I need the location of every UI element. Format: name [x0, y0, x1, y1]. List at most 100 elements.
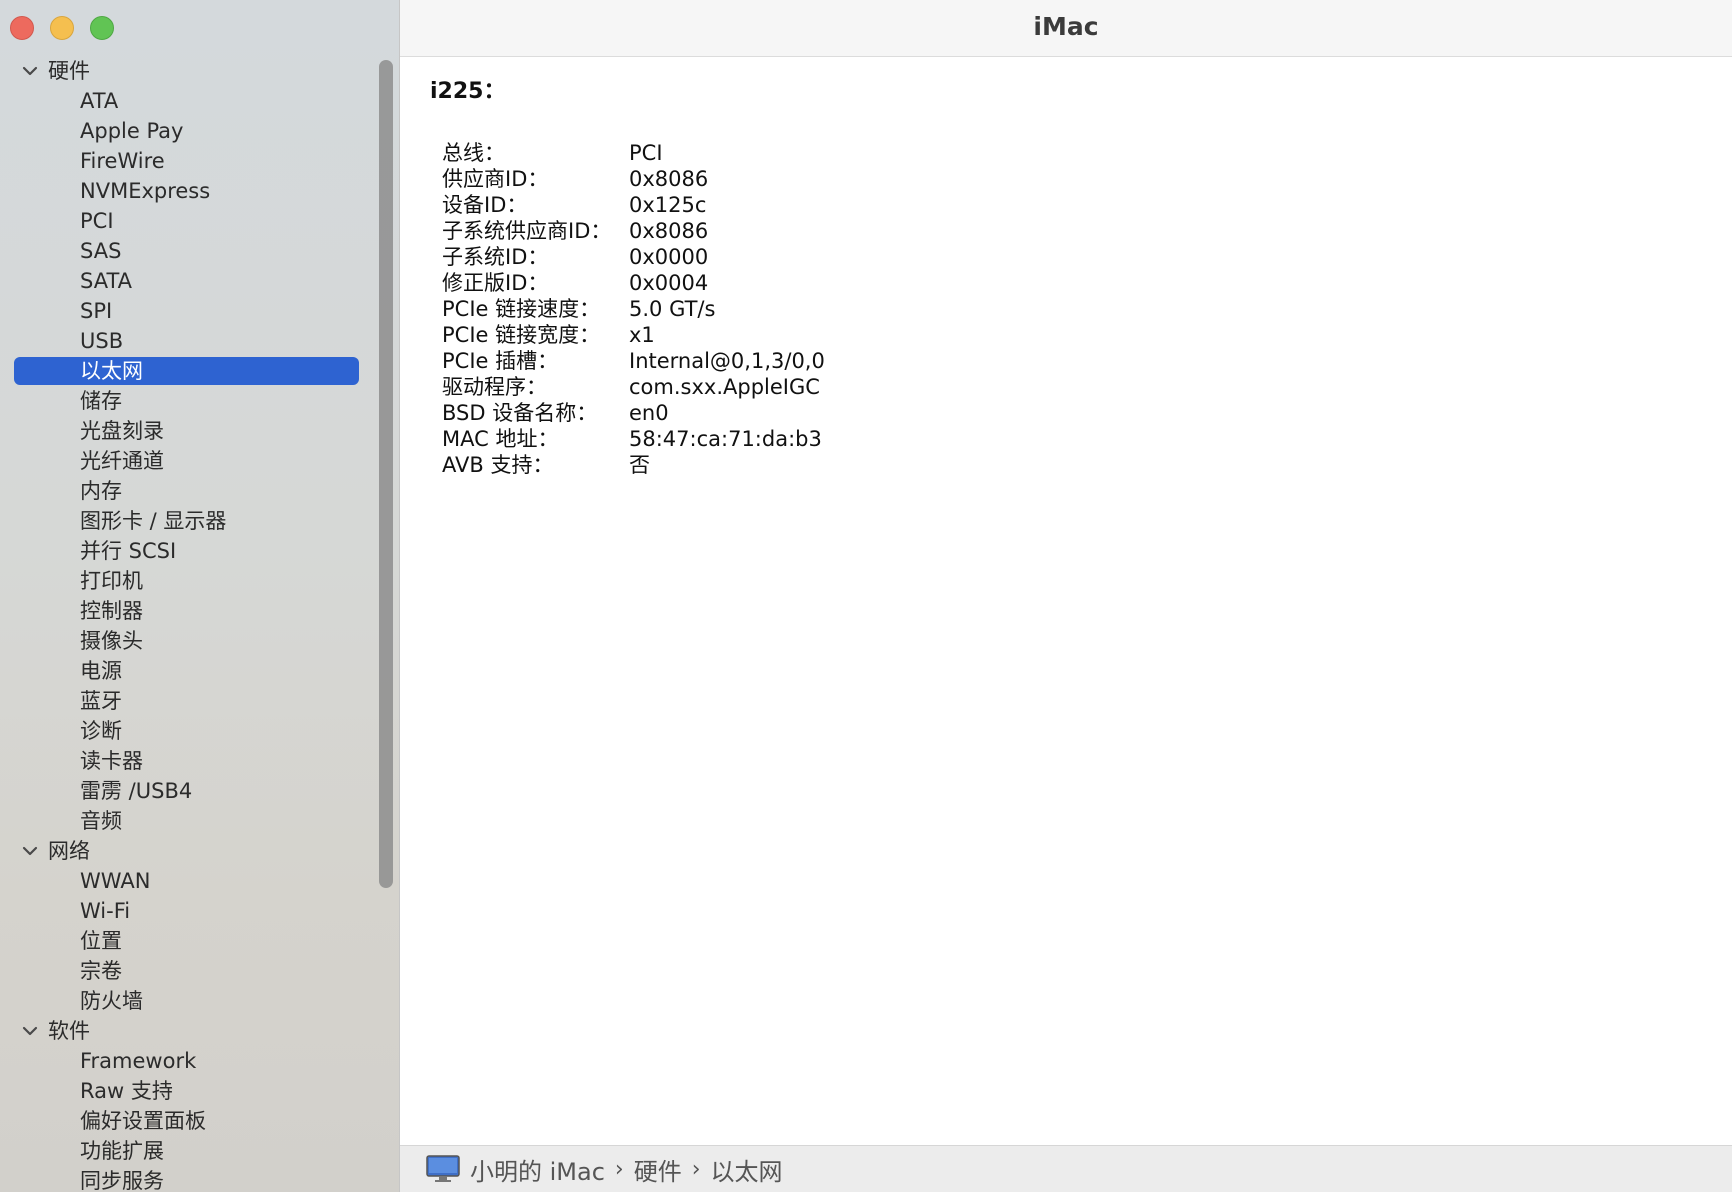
chevron-down-icon[interactable] — [20, 1016, 40, 1046]
sidebar-item[interactable]: Raw 支持 — [0, 1076, 371, 1106]
sidebar-item-label: NVMExpress — [80, 179, 211, 203]
detail-pane: i225： 总线： PCI 供应商ID： 0x8086 设备ID： 0x125c 子系统供应… — [430, 72, 1712, 478]
sidebar-item[interactable]: Framework — [0, 1046, 371, 1076]
sidebar-item[interactable]: 诊断 — [0, 716, 371, 746]
sidebar-item[interactable]: PCI — [0, 206, 371, 236]
sidebar-item[interactable]: 功能扩展 — [0, 1136, 371, 1166]
property-row: 子系统供应商ID： 0x8086 — [442, 218, 1712, 244]
property-key: PCIe 链接宽度： — [442, 323, 601, 347]
property-value: com.sxx.AppleIGC — [629, 375, 820, 399]
sidebar-item[interactable]: 储存 — [0, 386, 371, 416]
property-value: PCI — [629, 141, 663, 165]
sidebar: 硬件 ATA Apple Pay FireWire NVMExpress PCI SAS SA… — [0, 0, 400, 1192]
property-row: AVB 支持： 否 — [442, 452, 1712, 478]
sidebar-item[interactable]: 位置 — [0, 926, 371, 956]
property-row: 总线： PCI — [442, 140, 1712, 166]
sidebar-item[interactable]: 图形卡 / 显示器 — [0, 506, 371, 536]
property-row: MAC 地址： 58:47:ca:71:da:b3 — [442, 426, 1712, 452]
sidebar-item[interactable]: 并行 SCSI — [0, 536, 371, 566]
sidebar-item[interactable]: WWAN — [0, 866, 371, 896]
property-key: BSD 设备名称： — [442, 401, 598, 425]
property-key: PCIe 插槽： — [442, 349, 559, 373]
property-row: 供应商ID： 0x8086 — [442, 166, 1712, 192]
sidebar-item[interactable]: SATA — [0, 266, 371, 296]
sidebar-item[interactable]: 以太网 — [0, 356, 371, 386]
sidebar-item-label: Wi-Fi — [80, 899, 131, 923]
property-value: 0x125c — [629, 193, 707, 217]
sidebar-item[interactable]: 雷雳 /USB4 — [0, 776, 371, 806]
sidebar-item[interactable]: 读卡器 — [0, 746, 371, 776]
window-title: iMac — [1033, 12, 1099, 41]
zoom-button[interactable] — [90, 16, 114, 40]
property-value: 否 — [629, 453, 650, 477]
sidebar-item-label: 并行 SCSI — [80, 539, 177, 563]
sidebar-item[interactable]: Wi-Fi — [0, 896, 371, 926]
sidebar-item[interactable]: ATA — [0, 86, 371, 116]
sidebar-group[interactable]: 网络 — [0, 836, 371, 866]
sidebar-item[interactable]: USB — [0, 326, 371, 356]
property-value: 0x8086 — [629, 167, 709, 191]
sidebar-item[interactable]: 偏好设置面板 — [0, 1106, 371, 1136]
sidebar-item-label: SATA — [80, 269, 133, 293]
chevron-right-icon: › — [614, 1156, 624, 1182]
breadcrumb-computer[interactable]: 小明的 iMac — [470, 1152, 605, 1187]
sidebar-item-label: SAS — [80, 239, 122, 263]
sidebar-item[interactable]: 宗卷 — [0, 956, 371, 986]
sidebar-item[interactable]: 摄像头 — [0, 626, 371, 656]
property-key: 修正版ID： — [442, 271, 549, 295]
property-value: 58:47:ca:71:da:b3 — [629, 427, 822, 451]
property-value: 0x0000 — [629, 245, 709, 269]
sidebar-item-label: 控制器 — [80, 599, 143, 623]
sidebar-item[interactable]: 控制器 — [0, 596, 371, 626]
sidebar-item[interactable]: 打印机 — [0, 566, 371, 596]
sidebar-item-label: 功能扩展 — [80, 1139, 164, 1163]
breadcrumb-category[interactable]: 硬件 — [634, 1152, 682, 1187]
sidebar-item-label: 同步服务 — [80, 1169, 164, 1192]
chevron-down-icon[interactable] — [20, 836, 40, 866]
sidebar-item-label: Apple Pay — [80, 119, 184, 143]
sidebar-item-label: 偏好设置面板 — [80, 1109, 206, 1133]
sidebar-item[interactable]: 音频 — [0, 806, 371, 836]
sidebar-item[interactable]: 光盘刻录 — [0, 416, 371, 446]
property-value: 5.0 GT/s — [629, 297, 716, 321]
close-button[interactable] — [10, 16, 34, 40]
sidebar-item-label: 电源 — [80, 659, 122, 683]
imac-icon — [426, 1155, 460, 1182]
sidebar-item[interactable]: Apple Pay — [0, 116, 371, 146]
sidebar-item[interactable]: FireWire — [0, 146, 371, 176]
sidebar-item[interactable]: 同步服务 — [0, 1166, 371, 1192]
sidebar-item-label: 宗卷 — [80, 959, 122, 983]
sidebar-item[interactable]: SAS — [0, 236, 371, 266]
sidebar-item-label: 内存 — [80, 479, 122, 503]
chevron-down-icon[interactable] — [20, 56, 40, 86]
minimize-button[interactable] — [50, 16, 74, 40]
property-row: 设备ID： 0x125c — [442, 192, 1712, 218]
sidebar-item[interactable]: 蓝牙 — [0, 686, 371, 716]
sidebar-item-label: SPI — [80, 299, 113, 323]
sidebar-item[interactable]: NVMExpress — [0, 176, 371, 206]
property-key: 驱动程序： — [442, 375, 547, 399]
sidebar-tree: 硬件 ATA Apple Pay FireWire NVMExpress PCI SAS SA… — [0, 56, 371, 1192]
sidebar-item-label: FireWire — [80, 149, 165, 173]
property-key: 供应商ID： — [442, 167, 549, 191]
sidebar-item-label: 光纤通道 — [80, 449, 164, 473]
sidebar-item[interactable]: 光纤通道 — [0, 446, 371, 476]
sidebar-scrollbar[interactable] — [379, 60, 393, 888]
sidebar-item[interactable]: 内存 — [0, 476, 371, 506]
sidebar-item[interactable]: SPI — [0, 296, 371, 326]
breadcrumb-item[interactable]: 以太网 — [711, 1152, 783, 1187]
device-heading: i225： — [430, 79, 506, 104]
sidebar-item[interactable]: 防火墙 — [0, 986, 371, 1016]
sidebar-item-label: PCI — [80, 209, 114, 233]
sidebar-group[interactable]: 软件 — [0, 1016, 371, 1046]
property-key: 子系统ID： — [442, 245, 549, 269]
property-list: 总线： PCI 供应商ID： 0x8086 设备ID： 0x125c 子系统供应商ID： 0x… — [442, 140, 1712, 478]
sidebar-group[interactable]: 硬件 — [0, 56, 371, 86]
sidebar-item-label: 雷雳 /USB4 — [80, 779, 193, 803]
sidebar-group-label: 网络 — [48, 839, 90, 863]
chevron-right-icon: › — [691, 1156, 701, 1182]
sidebar-item-label: 储存 — [80, 389, 122, 413]
sidebar-item[interactable]: 电源 — [0, 656, 371, 686]
property-key: 总线： — [442, 141, 505, 165]
property-key: AVB 支持： — [442, 453, 554, 477]
